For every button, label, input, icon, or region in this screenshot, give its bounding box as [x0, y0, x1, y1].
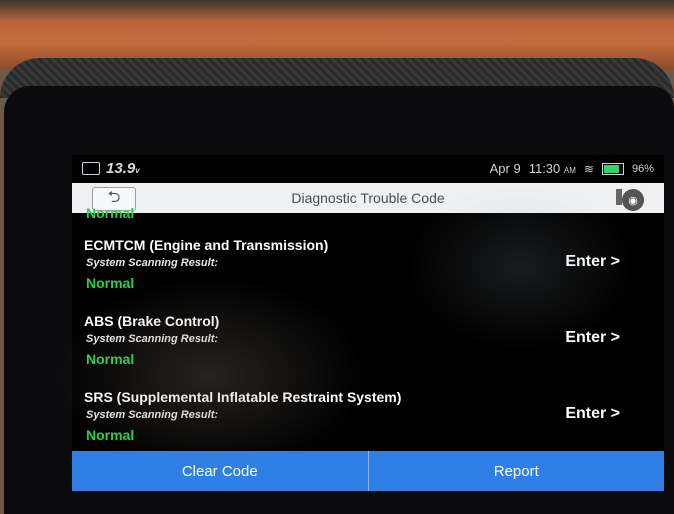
scan-result-status: Normal	[86, 351, 135, 367]
enter-button[interactable]: Enter >	[565, 329, 620, 347]
status-bar: 13.9v Apr 9 11:30 AM ≋ 96%	[72, 155, 664, 183]
system-item[interactable]: ABS (Brake Control) System Scanning Resu…	[72, 313, 664, 387]
report-button[interactable]: Report	[368, 451, 664, 491]
bottom-action-bar: Clear Code Report	[72, 451, 664, 491]
device-screen: 13.9v Apr 9 11:30 AM ≋ 96% ⮌ Diagnostic …	[72, 155, 664, 491]
app-header: ⮌ Diagnostic Trouble Code ◉	[72, 183, 664, 213]
scan-result-label: System Scanning Result:	[86, 333, 219, 345]
scan-result-status: Normal	[86, 275, 135, 291]
camera-button[interactable]: ◉	[622, 189, 644, 211]
status-time: 11:30 AM	[528, 161, 576, 176]
clear-code-button[interactable]: Clear Code	[72, 451, 368, 491]
system-name: SRS (Supplemental Inflatable Restraint S…	[84, 389, 402, 405]
scan-result-label: System Scanning Result:	[86, 257, 219, 269]
system-item[interactable]: ECMTCM (Engine and Transmission) System …	[72, 237, 664, 311]
system-name: ABS (Brake Control)	[84, 313, 220, 329]
enter-button[interactable]: Enter >	[565, 405, 620, 423]
scan-result-label: System Scanning Result:	[86, 409, 219, 421]
status-date: Apr 9	[489, 161, 521, 176]
system-name: ECMTCM (Engine and Transmission)	[84, 237, 329, 253]
system-list: Normal ECMTCM (Engine and Transmission) …	[72, 205, 664, 453]
enter-button[interactable]: Enter >	[565, 253, 620, 271]
previous-item-status: Normal	[86, 205, 135, 221]
battery-icon	[601, 162, 624, 175]
camera-icon: ◉	[628, 194, 638, 207]
car-battery-icon	[82, 162, 100, 175]
scan-result-status: Normal	[86, 427, 135, 443]
voltage-reading: 13.9v	[106, 160, 140, 177]
page-title: Diagnostic Trouble Code	[291, 190, 445, 206]
wifi-icon: ≋	[583, 161, 594, 176]
tool-icon[interactable]	[616, 189, 622, 205]
battery-percent: 96%	[631, 162, 654, 175]
